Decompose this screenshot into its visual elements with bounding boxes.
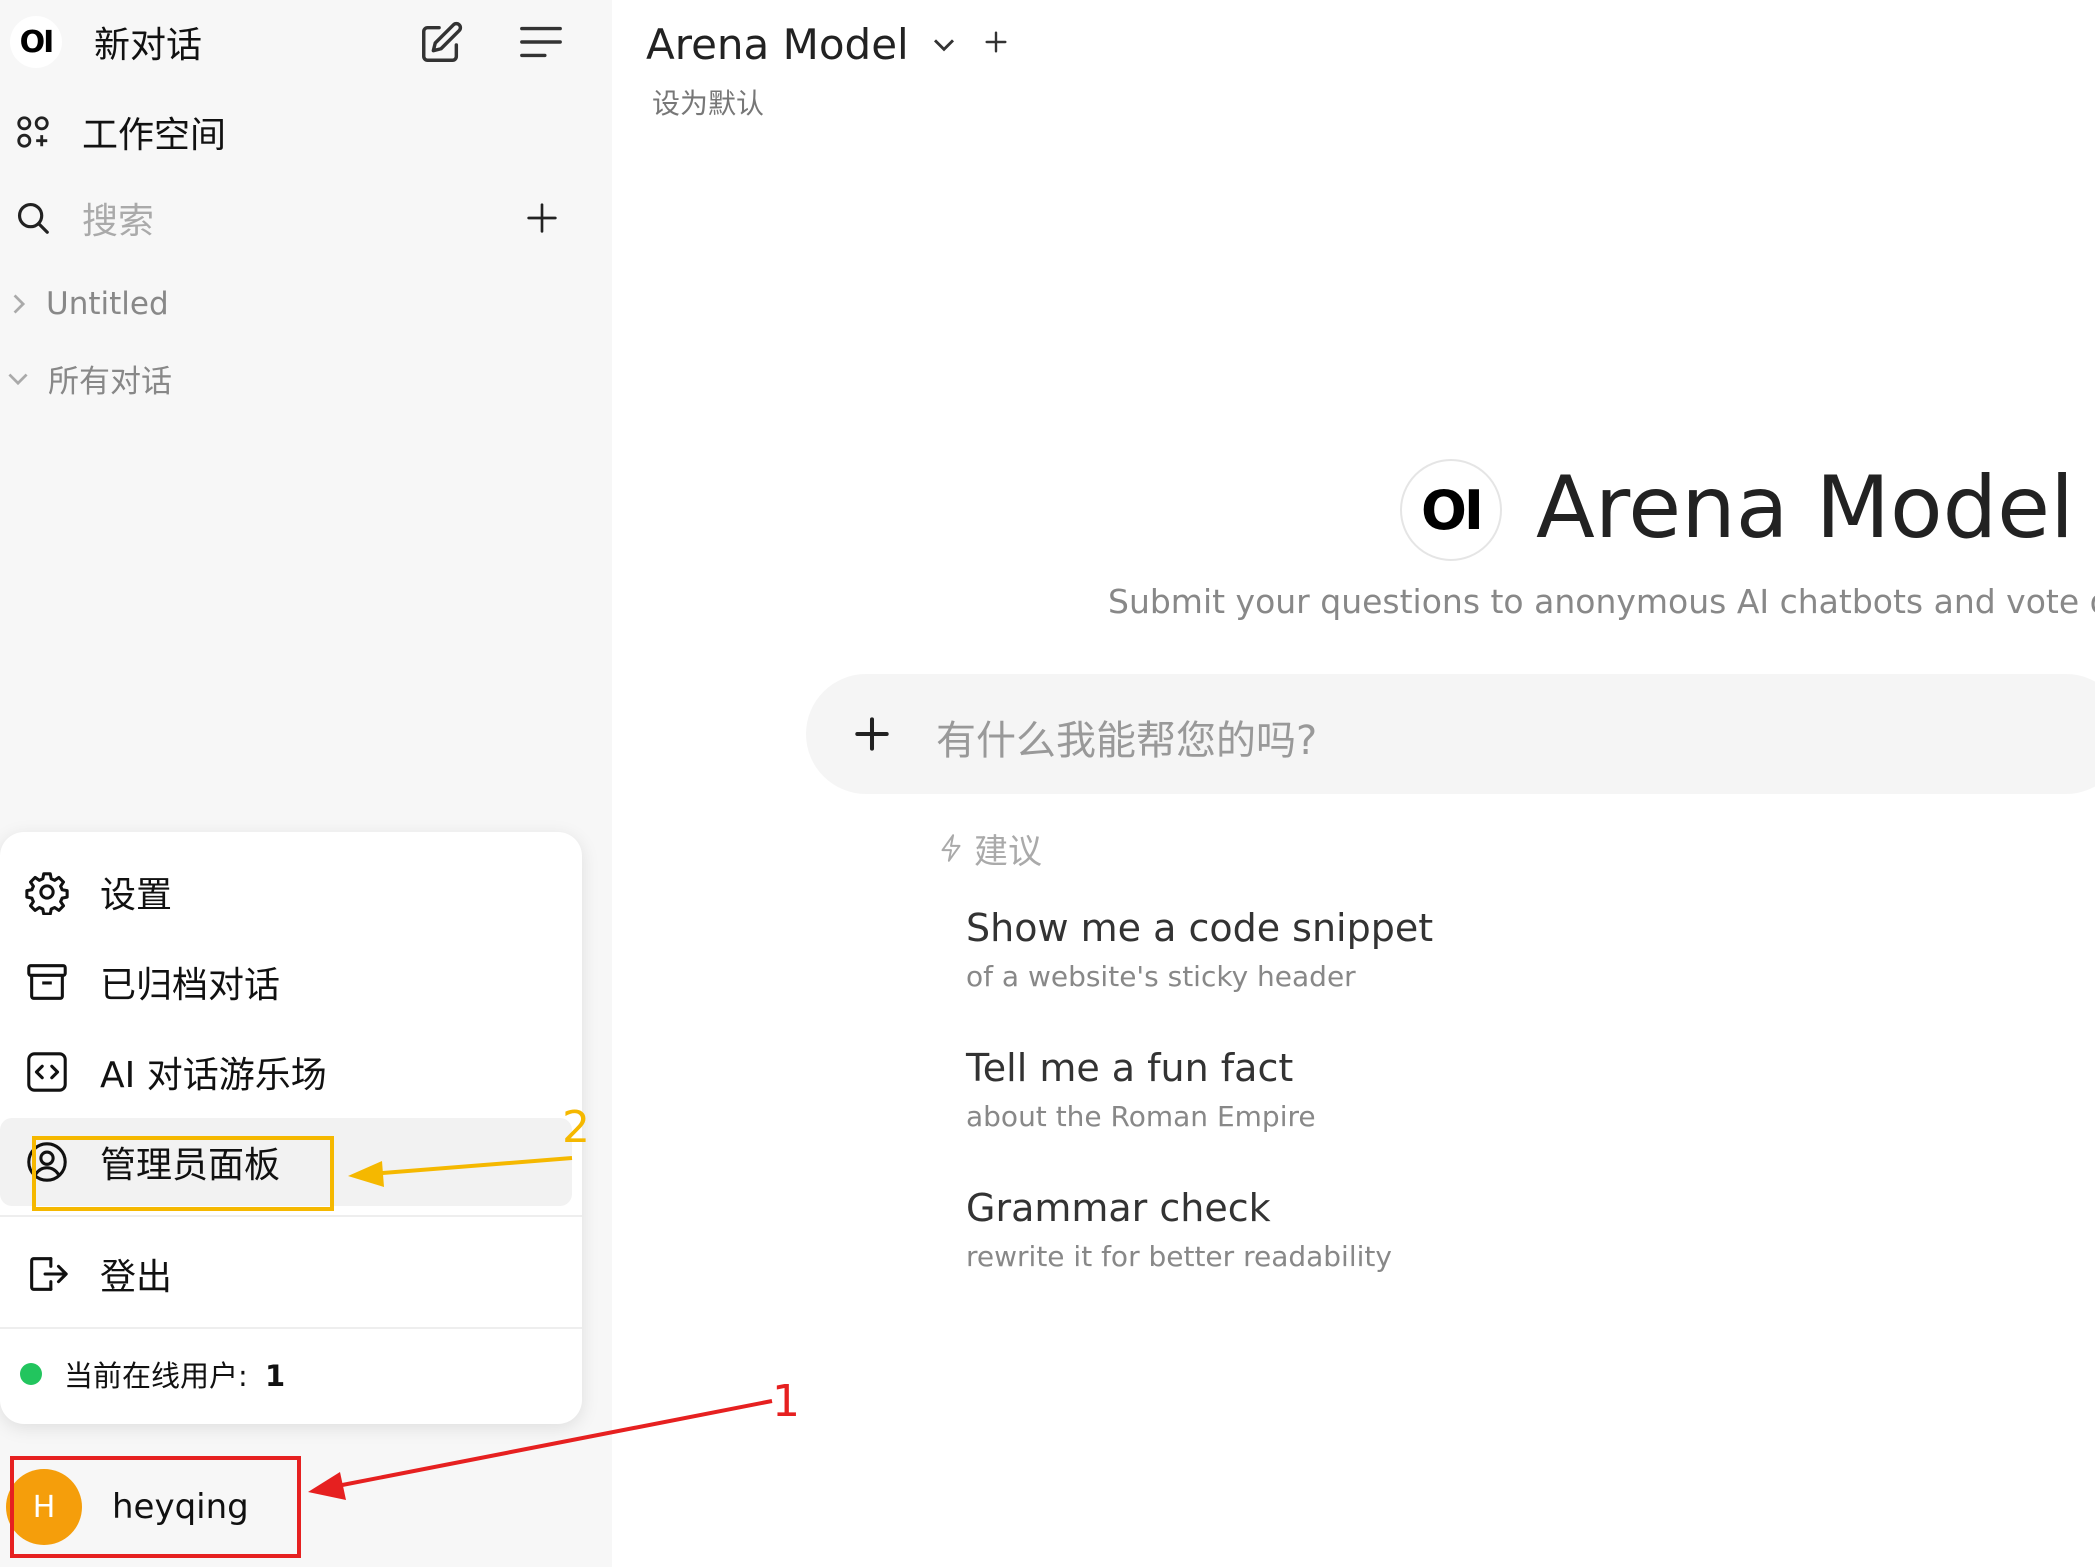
annotation-label-1: 1 xyxy=(772,1376,800,1427)
annotation-label-2: 2 xyxy=(562,1102,590,1153)
annotation-arrows xyxy=(308,1156,773,1500)
